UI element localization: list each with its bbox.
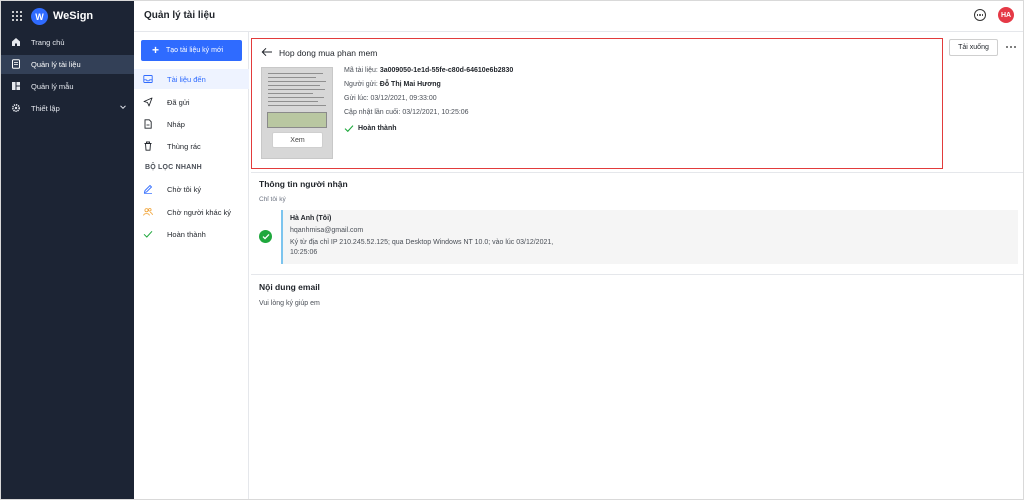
apps-grid-icon[interactable] [12, 11, 22, 21]
back-arrow-icon[interactable] [261, 47, 273, 57]
filter-label: Hoàn thành [167, 230, 206, 239]
plus-icon: + [152, 43, 160, 57]
send-icon [143, 97, 153, 107]
updated-value: 03/12/2021, 10:25:06 [402, 109, 469, 116]
filter-waiting-me[interactable]: Chờ tôi ký [134, 179, 249, 199]
users-icon [143, 208, 153, 216]
document-subnav: + Tạo tài liệu ký mới Tài liệu đến Đã gử… [134, 32, 249, 499]
draft-icon [144, 119, 152, 129]
subnav-item-label: Thùng rác [167, 142, 201, 151]
filter-waiting-others[interactable]: Chờ người khác ký [134, 202, 249, 222]
sent-label: Gửi lúc: [344, 95, 369, 102]
sender-label: Người gửi: [344, 81, 378, 88]
subnav-item-label: Tài liệu đến [167, 75, 206, 84]
app-window: W WeSign Trang chủ Quản lý tài liệu Quản… [0, 0, 1024, 500]
sidebar-item-documents[interactable]: Quản lý tài liệu [1, 55, 134, 74]
brand-logo: W [31, 8, 48, 25]
main-sidebar: W WeSign Trang chủ Quản lý tài liệu Quản… [1, 1, 134, 499]
sidebar-item-label: Trang chủ [31, 38, 65, 47]
recipient-name: Hà Anh (Tôi) [290, 215, 332, 222]
recipients-section-title: Thông tin người nhận [259, 179, 348, 189]
trash-icon [144, 141, 152, 151]
filter-completed[interactable]: Hoàn thành [134, 224, 249, 244]
filter-label: Chờ tôi ký [167, 185, 202, 194]
document-sender: Người gửi: Đỗ Thị Mai Hương [344, 81, 441, 88]
template-icon [12, 82, 20, 90]
more-options-icon[interactable] [974, 9, 986, 21]
document-thumbnail[interactable]: Xem [261, 67, 333, 159]
sidebar-item-home[interactable]: Trang chủ [1, 33, 134, 52]
document-sent-time: Gửi lúc: 03/12/2021, 09:33:00 [344, 95, 437, 102]
document-detail: Hop dong mua phan mem Xem Mã tài liệu: 3… [249, 32, 1023, 499]
document-icon [12, 59, 20, 69]
settings-icon [11, 103, 21, 113]
signed-check-icon [259, 230, 272, 243]
document-summary-card: Hop dong mua phan mem Xem Mã tài liệu: 3… [251, 38, 943, 169]
divider [251, 172, 1023, 173]
sent-value: 03/12/2021, 09:33:00 [370, 95, 437, 102]
sidebar-item-templates[interactable]: Quản lý mẫu [1, 77, 134, 96]
sidebar-item-label: Quản lý tài liệu [31, 60, 81, 69]
brand-name: WeSign [53, 10, 94, 22]
document-id-label: Mã tài liệu: [344, 67, 378, 74]
subnav-item-label: Nháp [167, 120, 185, 129]
subnav-item-draft[interactable]: Nháp [134, 114, 249, 134]
check-icon [143, 230, 153, 238]
email-section-title: Nội dung email [259, 282, 320, 292]
subnav-item-label: Đã gửi [167, 98, 190, 107]
divider [251, 274, 1023, 275]
sidebar-item-label: Quản lý mẫu [31, 82, 74, 91]
document-title: Hop dong mua phan mem [279, 48, 378, 58]
view-button[interactable]: Xem [272, 132, 323, 148]
sidebar-item-settings[interactable]: Thiết lập [1, 99, 134, 118]
updated-label: Cập nhật lần cuối: [344, 109, 401, 116]
check-icon [344, 125, 354, 133]
quick-filter-title: BỘ LỌC NHANH [145, 164, 202, 171]
document-updated-time: Cập nhật lần cuối: 03/12/2021, 10:25:06 [344, 109, 469, 116]
subnav-item-trash[interactable]: Thùng rác [134, 136, 249, 156]
inbox-icon [143, 75, 153, 83]
recipient-sign-info: Ký từ địa chỉ IP 210.245.52.125; qua Des… [290, 239, 554, 246]
subnav-item-inbox[interactable]: Tài liệu đến [134, 69, 249, 89]
recipient-email: hqanhmisa@gmail.com [290, 227, 364, 234]
avatar[interactable]: HA [998, 7, 1014, 23]
home-icon [12, 38, 20, 46]
sidebar-item-label: Thiết lập [31, 104, 60, 113]
sender-value: Đỗ Thị Mai Hương [379, 81, 441, 88]
pen-icon [143, 184, 153, 194]
document-id-value: 3a009050-1e1d-55fe-c80d-64610e6b2830 [379, 67, 514, 74]
create-document-label: Tạo tài liệu ký mới [166, 47, 224, 54]
recipient-card: Hà Anh (Tôi) hqanhmisa@gmail.com Ký từ đ… [281, 210, 1018, 264]
top-header: Quản lý tài liệu HA [134, 1, 1023, 32]
recipient-group-label: Chỉ tôi ký [259, 196, 286, 203]
filter-label: Chờ người khác ký [167, 208, 232, 217]
chevron-down-icon [120, 105, 126, 110]
brand: W WeSign [1, 1, 134, 32]
page-title: Quản lý tài liệu [144, 10, 216, 21]
email-body: Vui lòng ký giúp em [259, 300, 320, 307]
recipient-sign-time: 10:25:06 [290, 249, 318, 256]
more-actions-icon[interactable] [1006, 46, 1018, 50]
subnav-item-sent[interactable]: Đã gửi [134, 92, 249, 112]
status-text: Hoàn thành [358, 125, 397, 132]
document-id: Mã tài liệu: 3a009050-1e1d-55fe-c80d-646… [344, 67, 513, 74]
download-button[interactable]: Tải xuống [949, 39, 998, 56]
create-document-button[interactable]: + Tạo tài liệu ký mới [141, 40, 242, 61]
